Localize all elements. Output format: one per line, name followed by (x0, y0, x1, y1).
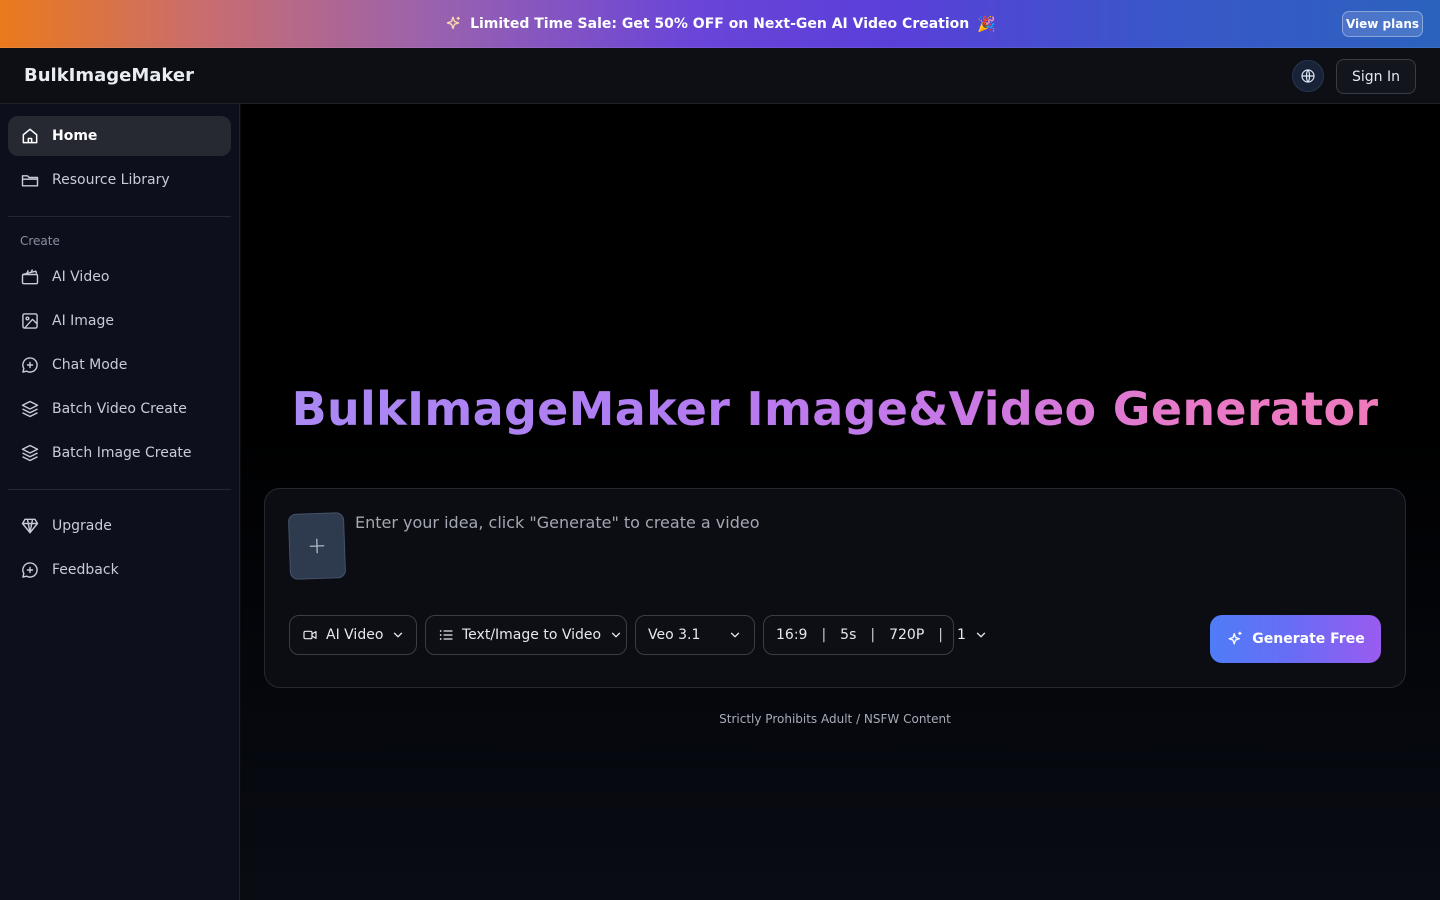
prompt-input[interactable] (355, 513, 1375, 573)
ratio-value: 16:9 (776, 627, 808, 643)
sidebar-item-ai-image[interactable]: AI Image (8, 301, 231, 341)
mode-select-value: Text/Image to Video (462, 627, 602, 643)
image-icon (20, 311, 40, 331)
sparkle-icon (444, 15, 462, 33)
sidebar-item-feedback[interactable]: Feedback (8, 550, 231, 590)
sidebar-item-label: Chat Mode (52, 357, 128, 373)
resolution-value: 720P (889, 627, 925, 643)
count-value: 1 (956, 627, 966, 643)
sign-in-button[interactable]: Sign In (1336, 59, 1416, 94)
generate-button[interactable]: Generate Free (1210, 615, 1381, 663)
generate-button-label: Generate Free (1252, 631, 1365, 647)
sidebar-item-label: AI Video (52, 269, 110, 285)
sidebar-item-batch-video-create[interactable]: Batch Video Create (8, 389, 231, 429)
promo-message: Limited Time Sale: Get 50% OFF on Next-G… (444, 15, 996, 33)
sidebar-item-label: Batch Image Create (52, 445, 192, 461)
promo-banner: Limited Time Sale: Get 50% OFF on Next-G… (0, 0, 1440, 48)
sidebar-item-label: Batch Video Create (52, 401, 187, 417)
sidebar-item-chat-mode[interactable]: Chat Mode (8, 345, 231, 385)
mode-select[interactable]: Text/Image to Video (425, 615, 627, 655)
content-policy-notice: Strictly Prohibits Adult / NSFW Content (719, 712, 951, 726)
sidebar-item-label: Resource Library (52, 172, 170, 188)
promo-text: Limited Time Sale: Get 50% OFF on Next-G… (470, 15, 970, 32)
video-camera-icon (302, 627, 318, 643)
create-section-label: Create (20, 234, 60, 248)
model-select[interactable]: Veo 3.1 (635, 615, 755, 655)
sidebar-item-label: Home (52, 128, 98, 144)
model-select-value: Veo 3.1 (648, 627, 701, 643)
params-select[interactable]: 16:9 | 5s | 720P | 1 (763, 615, 986, 655)
type-select-value: AI Video (326, 627, 384, 643)
top-header: BulkImageMaker Sign In (0, 48, 1440, 104)
diamond-icon (20, 516, 40, 536)
sidebar-item-batch-image-create[interactable]: Batch Image Create (8, 433, 231, 473)
sidebar-item-home[interactable]: Home (8, 116, 231, 156)
party-icon: 🎉 (977, 14, 996, 33)
sidebar-item-upgrade[interactable]: Upgrade (8, 506, 231, 546)
layers-icon (20, 443, 40, 463)
chevron-down-icon (609, 628, 623, 642)
add-media-button[interactable] (287, 512, 347, 580)
globe-icon (1300, 68, 1316, 84)
view-plans-button[interactable]: View plans (1342, 11, 1423, 37)
plus-icon (307, 536, 328, 557)
chevron-down-icon (728, 628, 742, 642)
sidebar-item-ai-video[interactable]: AI Video (8, 257, 231, 297)
sidebar-divider (8, 216, 231, 217)
sidebar-divider (8, 489, 231, 490)
hero-title: BulkImageMaker Image&Video Generator (241, 382, 1429, 436)
home-icon (20, 126, 40, 146)
type-select[interactable]: AI Video (289, 615, 417, 655)
list-icon (438, 627, 454, 643)
chevron-down-icon (974, 628, 988, 642)
language-button[interactable] (1292, 60, 1324, 92)
chat-plus-icon (20, 355, 40, 375)
prompt-composer: AI Video Text/Image to Video Veo 3.1 (264, 488, 1406, 688)
sparkle-icon (1226, 630, 1244, 648)
chevron-down-icon (391, 628, 405, 642)
sidebar: Home Resource Library Create AI Video AI… (0, 104, 240, 900)
sidebar-item-label: Upgrade (52, 518, 112, 534)
sidebar-item-label: Feedback (52, 562, 119, 578)
main-content: BulkImageMaker Image&Video Generator AI … (241, 104, 1440, 900)
feedback-icon (20, 560, 40, 580)
sidebar-item-label: AI Image (52, 313, 115, 329)
duration-value: 5s (840, 627, 857, 643)
folder-icon (20, 170, 40, 190)
logo[interactable]: BulkImageMaker (24, 65, 194, 86)
clapperboard-icon (20, 267, 40, 287)
sidebar-item-resource-library[interactable]: Resource Library (8, 160, 231, 200)
layers-icon (20, 399, 40, 419)
